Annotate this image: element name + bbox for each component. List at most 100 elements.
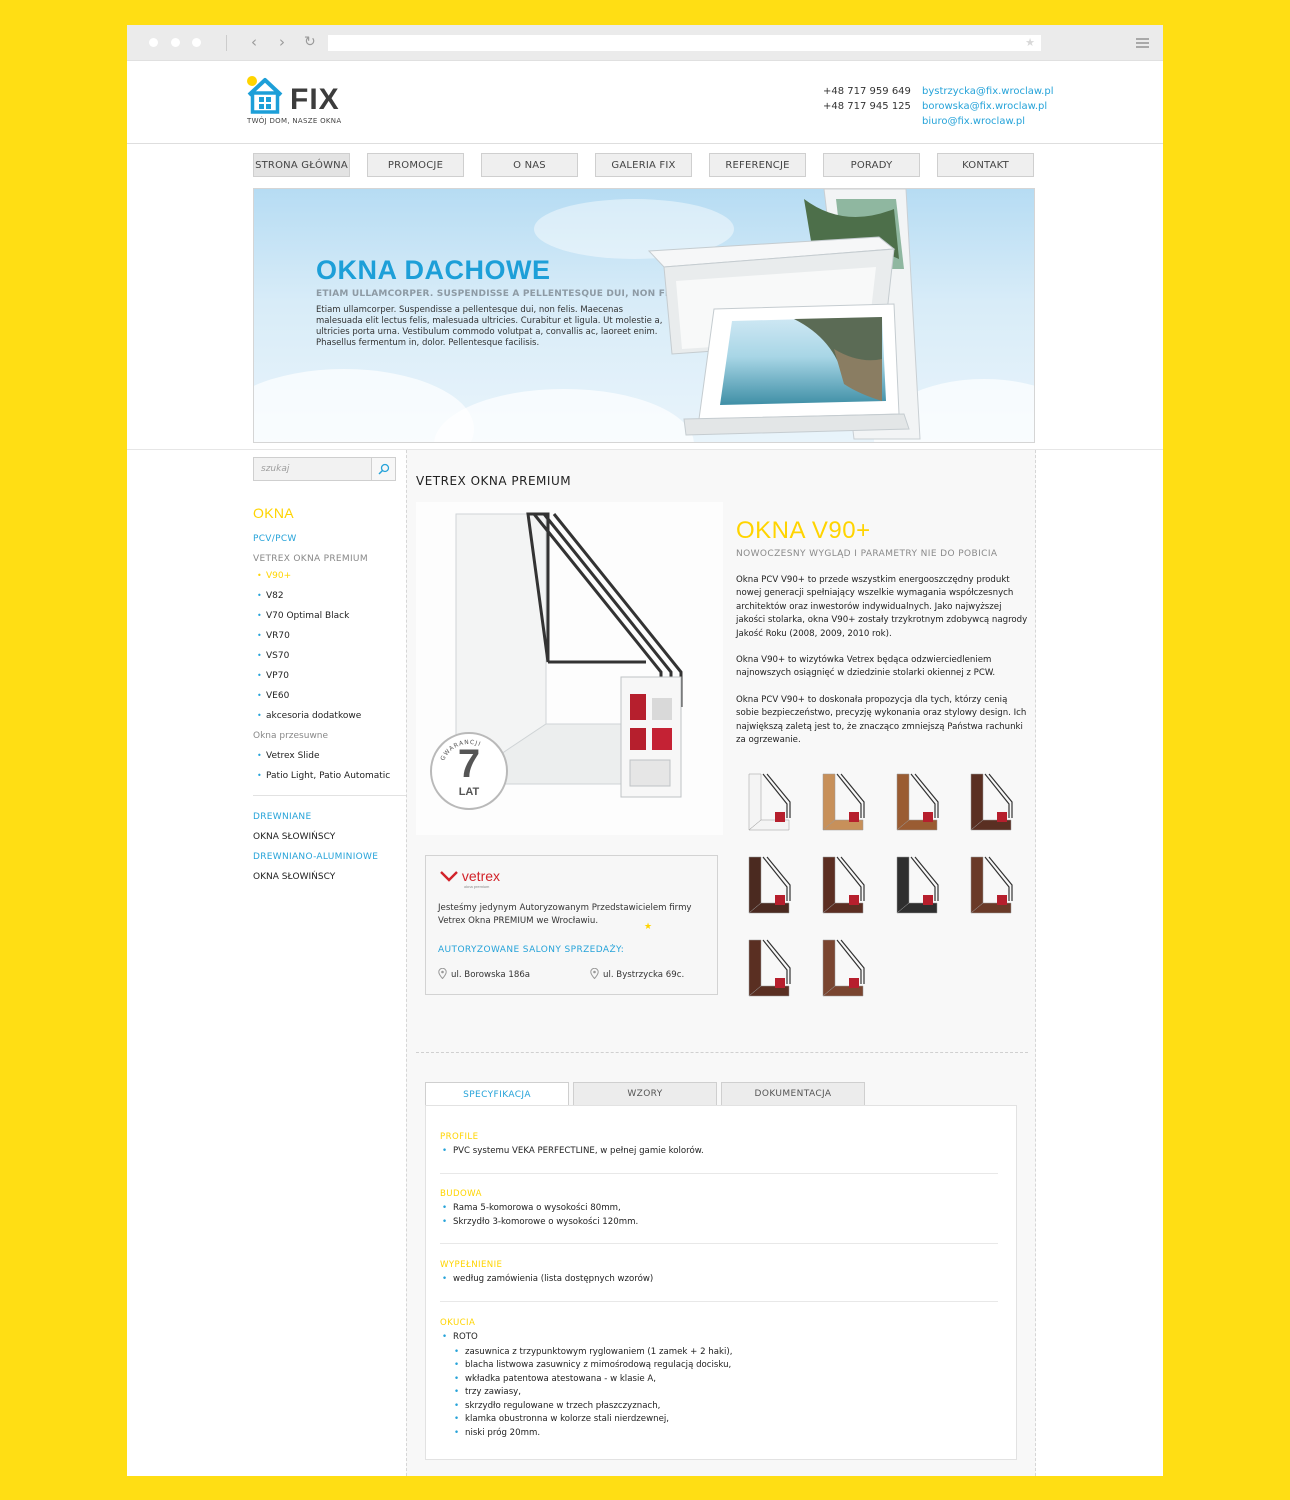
sidebar-item-slowinscy-2[interactable]: OKNA SŁOWIŃSCY xyxy=(253,867,406,887)
salon-address[interactable]: ul. Borowska 186a xyxy=(438,967,531,980)
sidebar-item-sliding[interactable]: Okna przesuwne xyxy=(253,726,406,746)
email-link[interactable]: biuro@fix.wroclaw.pl xyxy=(922,114,1053,129)
color-swatch[interactable] xyxy=(891,851,941,919)
search-box: szukaj xyxy=(253,457,396,481)
vetrex-text: Jesteśmy jedynym Autoryzowanym Przedstaw… xyxy=(438,903,692,926)
logo-text: FIX xyxy=(290,83,340,116)
color-swatch[interactable] xyxy=(965,851,1015,919)
desc-paragraph: Okna V90+ to wizytówka Vetrex będąca odz… xyxy=(736,655,996,679)
sidebar-item-v82[interactable]: V82 xyxy=(253,586,406,606)
window-dot-icon[interactable] xyxy=(192,38,201,47)
browser-menu-icon[interactable] xyxy=(1136,38,1149,48)
sidebar-sliding-list: Vetrex Slide Patio Light, Patio Automati… xyxy=(253,746,406,786)
sidebar: szukaj OKNA PCV/PCW VETREX OKNA PREMIUM … xyxy=(253,457,406,887)
sidebar-item-vp70[interactable]: VP70 xyxy=(253,666,406,686)
spec-heading: WYPEŁNIENIE xyxy=(440,1260,503,1270)
product-image: 7 LAT GWARANCJI xyxy=(416,502,723,835)
warranty-ring-text: GWARANCJI xyxy=(439,739,481,762)
content-divider xyxy=(416,1052,1028,1053)
vetrex-logo-small: okna premium xyxy=(464,884,490,889)
reload-icon[interactable]: ↻ xyxy=(304,33,316,51)
email-link[interactable]: bystrzycka@fix.wroclaw.pl xyxy=(922,84,1053,99)
forward-icon[interactable]: › xyxy=(279,33,285,51)
back-icon[interactable]: ‹ xyxy=(251,33,257,51)
location-pin-icon xyxy=(438,967,447,980)
page-title: VETREX OKNA PREMIUM xyxy=(416,474,572,488)
location-pin-icon xyxy=(590,967,599,980)
sidebar-heading: OKNA xyxy=(253,505,294,521)
hero-banner[interactable]: OKNA DACHOWE ETIAM ULLAMCORPER. SUSPENDI… xyxy=(253,188,1035,443)
spec-panel: PROFILE PVC systemu VEKA PERFECTLINE, w … xyxy=(425,1105,1017,1460)
color-swatch[interactable] xyxy=(817,851,867,919)
browser-toolbar: ‹ › ↻ ★ xyxy=(127,25,1163,61)
spec-item: PVC systemu VEKA PERFECTLINE, w pełnej g… xyxy=(440,1145,998,1159)
sidebar-item-vetrex[interactable]: VETREX OKNA PREMIUM xyxy=(253,554,406,564)
window-dot-icon[interactable] xyxy=(171,38,180,47)
nav-contact[interactable]: KONTAKT xyxy=(937,153,1034,177)
sidebar-item-wood-alu[interactable]: DREWNIANO-ALUMINIOWE xyxy=(253,847,406,867)
spec-subitem: zasuwnica z trzypunktowym ryglowaniem (1… xyxy=(440,1346,998,1360)
main-nav: STRONA GŁÓWNA PROMOCJE O NAS GALERIA FIX… xyxy=(253,153,1034,177)
desc-paragraph: Okna PCV V90+ to doskonała propozycja dl… xyxy=(736,694,1027,746)
search-input[interactable]: szukaj xyxy=(261,464,289,474)
spec-build: BUDOWA Rama 5-komorowa o wysokości 80mm,… xyxy=(440,1189,998,1244)
sidebar-item-pcv[interactable]: PCV/PCW xyxy=(253,534,406,544)
browser-window: ‹ › ↻ ★ FIX TWÓJ DOM, NASZE OKNA +48 717… xyxy=(127,25,1163,1476)
banner-subtitle: ETIAM ULLAMCORPER. SUSPENDISSE A PELLENT… xyxy=(316,289,692,299)
tab-specification[interactable]: SPECYFIKACJA xyxy=(425,1082,569,1107)
sidebar-item-v70[interactable]: V70 Optimal Black xyxy=(253,606,406,626)
tab-patterns[interactable]: WZORY xyxy=(573,1082,717,1106)
spec-item: Skrzydło 3-komorowe o wysokości 120mm. xyxy=(440,1216,998,1230)
nav-references[interactable]: REFERENCJE xyxy=(709,153,806,177)
house-logo-icon xyxy=(247,76,283,114)
warranty-ring: GWARANCJI xyxy=(439,739,481,762)
spec-subitem: skrzydło regulowane w trzech płaszczyzna… xyxy=(440,1400,998,1414)
nav-gallery[interactable]: GALERIA FIX xyxy=(595,153,692,177)
salon-address-text: ul. Bystrzycka 69c. xyxy=(603,970,685,980)
color-swatch[interactable] xyxy=(891,768,941,836)
sidebar-item-wooden[interactable]: DREWNIANE xyxy=(253,807,406,827)
vetrex-info-box: vetrex okna premium Jesteśmy jedynym Aut… xyxy=(425,855,718,995)
sidebar-item-patio[interactable]: Patio Light, Patio Automatic xyxy=(253,766,406,786)
sidebar-item-vr70[interactable]: VR70 xyxy=(253,626,406,646)
spec-heading: OKUCIA xyxy=(440,1318,476,1328)
nav-advice[interactable]: PORADY xyxy=(823,153,920,177)
tab-documentation[interactable]: DOKUMENTACJA xyxy=(721,1082,865,1106)
phone-number[interactable]: +48 717 959 649 xyxy=(823,84,911,99)
search-button[interactable] xyxy=(371,458,395,480)
sidebar-item-vs70[interactable]: VS70 xyxy=(253,646,406,666)
color-swatch[interactable] xyxy=(743,768,793,836)
window-dot-icon[interactable] xyxy=(149,38,158,47)
color-swatch[interactable] xyxy=(817,934,867,1002)
email-list: bystrzycka@fix.wroclaw.pl borowska@fix.w… xyxy=(922,84,1053,129)
warranty-badge: 7 LAT GWARANCJI xyxy=(430,732,508,810)
email-link[interactable]: borowska@fix.wroclaw.pl xyxy=(922,99,1053,114)
vetrex-logo[interactable]: vetrex okna premium xyxy=(440,868,500,889)
address-bar[interactable]: ★ xyxy=(328,35,1041,51)
color-swatch[interactable] xyxy=(965,768,1015,836)
toolbar-divider xyxy=(226,35,227,51)
sidebar-item-v90[interactable]: V90+ xyxy=(253,566,406,586)
spec-subitem: niski próg 20mm. xyxy=(440,1427,998,1441)
nav-promotions[interactable]: PROMOCJE xyxy=(367,153,464,177)
salon-address[interactable]: ul. Bystrzycka 69c. xyxy=(590,967,685,980)
spec-heading: BUDOWA xyxy=(440,1189,482,1199)
site-logo[interactable]: FIX TWÓJ DOM, NASZE OKNA xyxy=(246,75,366,127)
nav-home[interactable]: STRONA GŁÓWNA xyxy=(253,153,350,177)
color-swatch[interactable] xyxy=(743,934,793,1002)
sidebar-item-vetrex-slide[interactable]: Vetrex Slide xyxy=(253,746,406,766)
product-description: Okna PCV V90+ to przede wszystkim energo… xyxy=(736,574,1028,760)
spec-item: ROTO xyxy=(440,1331,998,1345)
bookmark-star-icon[interactable]: ★ xyxy=(1025,35,1035,51)
sidebar-item-accessories[interactable]: akcesoria dodatkowe xyxy=(253,706,406,726)
spec-subitem: trzy zawiasy, xyxy=(440,1386,998,1400)
sidebar-item-ve60[interactable]: VE60 xyxy=(253,686,406,706)
logo-tagline: TWÓJ DOM, NASZE OKNA xyxy=(247,117,342,125)
phone-number[interactable]: +48 717 945 125 xyxy=(823,99,911,114)
nav-about[interactable]: O NAS xyxy=(481,153,578,177)
star-icon: ★ xyxy=(644,922,653,932)
color-swatch[interactable] xyxy=(743,851,793,919)
sidebar-item-slowinscy[interactable]: OKNA SŁOWIŃSCY xyxy=(253,827,406,847)
salon-address-text: ul. Borowska 186a xyxy=(451,970,531,980)
color-swatch[interactable] xyxy=(817,768,867,836)
